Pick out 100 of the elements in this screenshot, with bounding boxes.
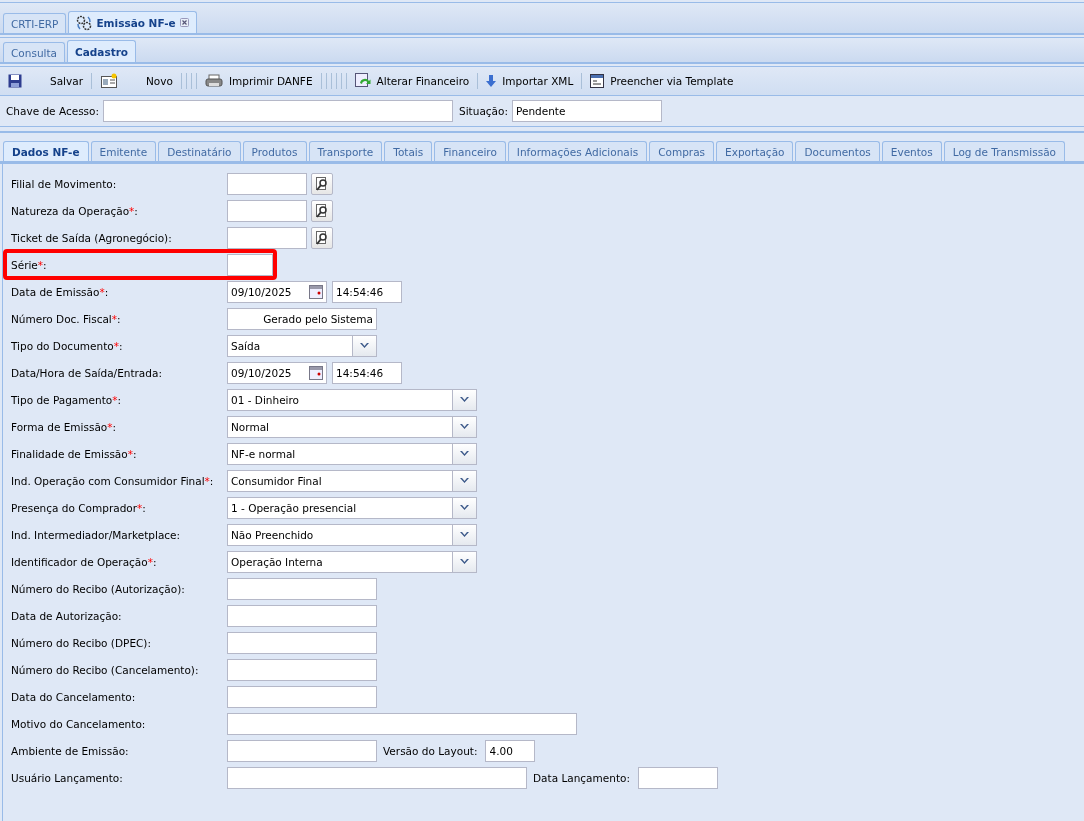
calendar-icon[interactable] bbox=[309, 284, 323, 299]
field-label: Data de Emissão*: bbox=[11, 285, 110, 298]
field-label: Ticket de Saída (Agronegócio): bbox=[11, 231, 173, 244]
down-arrow-icon bbox=[486, 75, 497, 87]
field-label: Ind. Operação com Consumidor Final*: bbox=[11, 474, 215, 487]
tab[interactable]: Emitente bbox=[90, 141, 157, 161]
dropdown[interactable]: Operação Interna bbox=[227, 550, 477, 573]
text-field[interactable]: Pendente bbox=[512, 100, 662, 122]
field-label: Data do Cancelamento: bbox=[11, 690, 137, 703]
toolbar-button[interactable]: Preencher via Template bbox=[588, 74, 736, 88]
field-label: Ind. Intermediador/Marketplace: bbox=[11, 528, 182, 541]
caret-icon[interactable] bbox=[452, 416, 476, 437]
text-field[interactable] bbox=[227, 631, 377, 654]
text-field[interactable]: Gerado pelo Sistema bbox=[227, 307, 377, 330]
field-label: Tipo de Pagamento*: bbox=[11, 393, 122, 406]
tab[interactable]: Produtos bbox=[242, 141, 307, 161]
field-label: Identificador de Operação*: bbox=[11, 555, 158, 568]
new-document-icon bbox=[100, 73, 118, 89]
toolbar-button[interactable]: Alterar Financeiro bbox=[352, 73, 472, 89]
app-tab[interactable]: CRTI-ERP bbox=[3, 13, 67, 33]
field-label: Número do Recibo (Cancelamento): bbox=[11, 663, 200, 676]
tab[interactable]: Log de Transmissão bbox=[943, 141, 1065, 161]
dropdown[interactable]: Não Preenchido bbox=[227, 523, 477, 546]
refresh-document-icon bbox=[354, 73, 371, 89]
printer-icon bbox=[204, 74, 223, 88]
app-tab[interactable]: Emissão NF-e bbox=[68, 11, 197, 33]
tab[interactable]: Eventos bbox=[881, 141, 942, 161]
text-field[interactable]: 4.00 bbox=[485, 739, 536, 762]
text-field[interactable] bbox=[227, 172, 307, 195]
caret-icon[interactable] bbox=[452, 497, 476, 518]
caret-icon[interactable] bbox=[452, 551, 476, 572]
field-label: Número Doc. Fiscal*: bbox=[11, 312, 122, 325]
text-field[interactable] bbox=[638, 766, 718, 789]
date-field[interactable]: 09/10/2025 bbox=[227, 280, 327, 303]
lookup-icon[interactable] bbox=[311, 199, 333, 222]
tab[interactable]: Documentos bbox=[795, 141, 880, 161]
caret-icon[interactable] bbox=[452, 443, 476, 464]
text-field[interactable] bbox=[227, 604, 377, 627]
field-label: Ambiente de Emissão: bbox=[11, 744, 130, 757]
tab[interactable]: Informações Adicionais bbox=[507, 141, 648, 161]
save-icon bbox=[8, 74, 22, 88]
text-field[interactable] bbox=[227, 766, 527, 789]
toolbar-button[interactable]: Salvar bbox=[6, 74, 85, 88]
tab[interactable]: Cadastro bbox=[67, 40, 137, 62]
field-label: Data de Autorização: bbox=[11, 609, 123, 622]
dropdown[interactable]: Consumidor Final bbox=[227, 469, 477, 492]
text-field[interactable] bbox=[227, 658, 377, 681]
dropdown[interactable]: 1 - Operação presencial bbox=[227, 496, 477, 519]
text-field[interactable] bbox=[227, 685, 377, 708]
field-label: Número do Recibo (Autorização): bbox=[11, 582, 186, 595]
tab[interactable]: Exportação bbox=[716, 141, 794, 161]
field-label: Chave de Acesso: bbox=[6, 105, 100, 117]
date-field[interactable]: 09/10/2025 bbox=[227, 361, 327, 384]
field-label: Motivo do Cancelamento: bbox=[11, 717, 147, 730]
tab[interactable]: Totais bbox=[384, 141, 433, 161]
lookup-icon[interactable] bbox=[311, 226, 333, 249]
tab[interactable]: Dados NF-e bbox=[3, 141, 89, 161]
toolbar-button[interactable]: Imprimir DANFE bbox=[202, 74, 315, 88]
text-field[interactable] bbox=[227, 739, 377, 762]
tab[interactable]: Destinatário bbox=[158, 141, 241, 161]
calendar-icon[interactable] bbox=[309, 365, 323, 380]
tab[interactable]: Financeiro bbox=[434, 141, 506, 161]
field-label: Data/Hora de Saída/Entrada: bbox=[11, 366, 163, 379]
text-field[interactable] bbox=[227, 226, 307, 249]
field-label: Número do Recibo (DPEC): bbox=[11, 636, 152, 649]
form-icon bbox=[590, 74, 605, 88]
lookup-icon[interactable] bbox=[311, 172, 333, 195]
dropdown[interactable]: Saída bbox=[227, 334, 377, 357]
field-label: Finalidade de Emissão*: bbox=[11, 447, 138, 460]
field-label: Data Lançamento: bbox=[533, 771, 630, 784]
tab[interactable]: Compras bbox=[649, 141, 715, 161]
field-label: Versão do Layout: bbox=[383, 744, 478, 757]
caret-icon[interactable] bbox=[452, 470, 476, 491]
text-field[interactable] bbox=[227, 577, 377, 600]
field-label: Natureza da Operação*: bbox=[11, 204, 139, 217]
dropdown[interactable]: 01 - Dinheiro bbox=[227, 388, 477, 411]
caret-icon[interactable] bbox=[452, 524, 476, 545]
time-field[interactable]: 14:54:46 bbox=[332, 361, 402, 384]
text-field[interactable] bbox=[227, 199, 307, 222]
tab[interactable]: Transporte bbox=[308, 141, 383, 161]
toolbar-button[interactable]: Importar XML bbox=[484, 75, 576, 87]
close-icon[interactable] bbox=[179, 18, 189, 27]
gears-icon bbox=[76, 14, 93, 31]
text-field[interactable] bbox=[227, 712, 577, 735]
field-label: Forma de Emissão*: bbox=[11, 420, 118, 433]
text-field[interactable] bbox=[227, 253, 273, 276]
text-field[interactable] bbox=[103, 100, 454, 122]
field-label: Filial de Movimento: bbox=[11, 177, 118, 190]
field-label: Série*: bbox=[11, 258, 48, 271]
field-label: Presença do Comprador*: bbox=[11, 501, 147, 514]
caret-icon[interactable] bbox=[452, 389, 476, 410]
toolbar-button[interactable]: Novo bbox=[98, 73, 175, 89]
caret-icon[interactable] bbox=[352, 335, 376, 356]
time-field[interactable]: 14:54:46 bbox=[332, 280, 402, 303]
field-label: Tipo do Documento*: bbox=[11, 339, 124, 352]
field-label: Situação: bbox=[459, 105, 508, 117]
dropdown[interactable]: NF-e normal bbox=[227, 442, 477, 465]
tab[interactable]: Consulta bbox=[3, 42, 65, 62]
dropdown[interactable]: Normal bbox=[227, 415, 477, 438]
field-label: Usuário Lançamento: bbox=[11, 771, 124, 784]
